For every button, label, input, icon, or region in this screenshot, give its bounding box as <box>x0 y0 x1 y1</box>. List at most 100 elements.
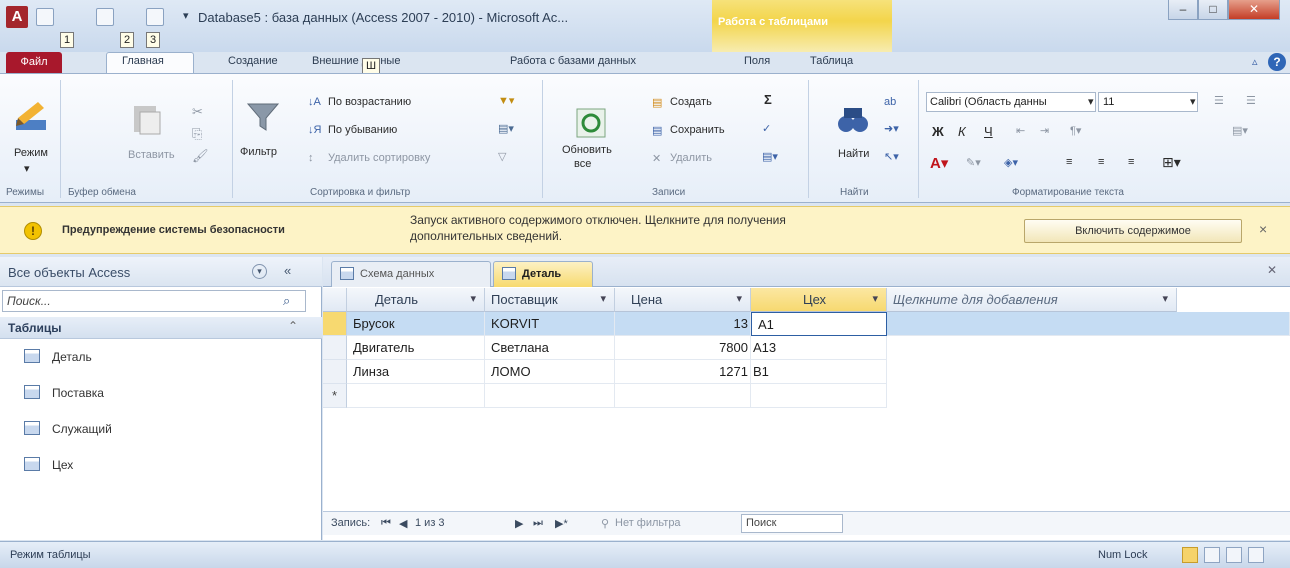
sort-asc-label[interactable]: По возрастанию <box>328 96 411 108</box>
column-dropdown-icon[interactable]: ▾ <box>600 288 606 311</box>
cell-supplier[interactable]: ЛОМО <box>485 360 615 384</box>
align-center-icon[interactable]: ≡ <box>1098 156 1104 168</box>
cut-icon[interactable]: ✂ <box>192 104 203 120</box>
select-icon[interactable]: ↖▾ <box>884 150 899 163</box>
indent-increase-icon[interactable]: ⇥ <box>1040 124 1049 137</box>
cell-add-new[interactable] <box>887 312 1290 336</box>
nav-section-tables[interactable]: Таблицы ⌃ <box>0 317 322 339</box>
ribbon-minimize-icon[interactable]: ▵ <box>1252 55 1258 68</box>
next-record-button[interactable]: ▶ <box>515 517 523 530</box>
cell-shop[interactable]: A1 <box>751 312 887 336</box>
pivotchart-view-icon[interactable] <box>1226 547 1242 563</box>
new-record-marker[interactable]: * <box>323 384 347 408</box>
nav-item-detal[interactable]: Деталь <box>0 345 322 369</box>
view-mode-label[interactable]: Режим <box>14 147 48 159</box>
filter-status[interactable]: Нет фильтра <box>615 517 681 529</box>
goto-icon[interactable]: ➜▾ <box>884 122 899 135</box>
cell-price[interactable]: 1271 <box>615 360 751 384</box>
bold-button[interactable]: Ж <box>932 124 944 139</box>
qat-customize-icon[interactable]: ▾ <box>183 9 189 22</box>
cell-detal[interactable] <box>347 384 485 408</box>
underline-button[interactable]: Ч <box>984 124 993 139</box>
new-record-button[interactable]: ▶* <box>555 517 568 530</box>
font-size-dropdown-icon[interactable]: ▾ <box>1190 95 1196 108</box>
datasheet-view-icon[interactable] <box>1182 547 1198 563</box>
record-selector[interactable] <box>323 336 347 360</box>
gridlines-icon[interactable]: ▤▾ <box>1232 124 1248 137</box>
advanced-filter-icon[interactable]: ▤▾ <box>498 122 514 135</box>
nav-item-sluzhashchiy[interactable]: Служащий <box>0 417 322 441</box>
paragraph-direction-icon[interactable]: ¶▾ <box>1070 124 1081 137</box>
column-dropdown-icon[interactable]: ▾ <box>1162 288 1168 311</box>
font-name-combobox[interactable]: Calibri (Область данны <box>926 92 1096 112</box>
refresh-all-label[interactable]: Обновить <box>562 144 612 156</box>
access-app-icon[interactable]: A <box>6 6 28 28</box>
copy-icon[interactable]: ⎘ <box>192 126 202 142</box>
paste-icon[interactable] <box>130 102 164 136</box>
nav-header[interactable]: Все объекты Access ▾ « <box>0 257 322 287</box>
save-record-icon[interactable]: ▤ <box>652 124 662 137</box>
find-binoculars-icon[interactable] <box>836 104 870 138</box>
remove-sort-label[interactable]: Удалить сортировку <box>328 152 430 164</box>
close-document-icon[interactable]: ✕ <box>1267 263 1277 277</box>
cell-detal[interactable]: Линза <box>347 360 485 384</box>
help-icon[interactable]: ? <box>1268 53 1286 71</box>
record-selector[interactable] <box>323 312 347 336</box>
delete-record-label[interactable]: Удалить <box>670 152 712 164</box>
grid-icon[interactable]: ⊞▾ <box>1162 154 1181 171</box>
column-dropdown-icon[interactable]: ▾ <box>872 288 878 311</box>
delete-record-icon[interactable]: ✕ <box>652 152 661 165</box>
spelling-icon[interactable]: ✓ <box>762 122 771 135</box>
column-header-supplier[interactable]: Поставщик ▾ <box>485 288 615 312</box>
filter-icon[interactable] <box>246 100 280 134</box>
pivottable-view-icon[interactable] <box>1204 547 1220 563</box>
last-record-button[interactable]: ⏭ <box>533 517 543 530</box>
search-icon[interactable]: ⌕ <box>283 293 290 309</box>
column-header-shop[interactable]: Цех ▾ <box>751 288 887 312</box>
sort-desc-label[interactable]: По убыванию <box>328 124 397 136</box>
font-name-dropdown-icon[interactable]: ▾ <box>1088 95 1094 108</box>
cell-supplier[interactable] <box>485 384 615 408</box>
security-warning-message[interactable]: Запуск активного содержимого отключен. Щ… <box>410 213 786 227</box>
italic-button[interactable]: К <box>958 124 966 139</box>
cell-supplier[interactable]: Светлана <box>485 336 615 360</box>
cell-price[interactable]: 13 <box>615 312 751 336</box>
cell-shop[interactable]: B1 <box>751 360 887 384</box>
refresh-all-icon[interactable] <box>574 106 608 140</box>
nav-menu-dropdown-icon[interactable]: ▾ <box>252 264 267 279</box>
close-window-button[interactable]: ✕ <box>1228 0 1280 20</box>
align-left-icon[interactable]: ≡ <box>1066 156 1072 168</box>
toggle-filter-icon[interactable]: ▽ <box>498 150 506 163</box>
maximize-button[interactable]: □ <box>1198 0 1228 20</box>
design-view-icon[interactable] <box>1248 547 1264 563</box>
remove-sort-icon[interactable]: ↕ <box>308 152 314 164</box>
cell-supplier[interactable]: KORVIT <box>485 312 615 336</box>
filter-label[interactable]: Фильтр <box>240 146 277 158</box>
nav-collapse-icon[interactable]: « <box>284 263 291 278</box>
tab-fields[interactable]: Поля <box>744 55 770 67</box>
cell-price[interactable] <box>615 384 751 408</box>
replace-icon[interactable]: ab <box>884 96 896 108</box>
cell-detal[interactable]: Двигатель <box>347 336 485 360</box>
tab-database-tools[interactable]: Работа с базами данных <box>510 55 636 67</box>
first-record-button[interactable]: ⏮ <box>381 517 391 530</box>
nav-item-postavka[interactable]: Поставка <box>0 381 322 405</box>
save-record-label[interactable]: Сохранить <box>670 124 725 136</box>
highlight-icon[interactable]: ✎▾ <box>966 156 981 169</box>
font-size-combobox[interactable]: 11 <box>1098 92 1198 112</box>
cell-price[interactable]: 7800 <box>615 336 751 360</box>
column-dropdown-icon[interactable]: ▾ <box>470 288 476 311</box>
nav-title[interactable]: Все объекты Access <box>8 265 130 280</box>
sort-desc-icon[interactable]: ↓Я <box>308 124 321 136</box>
tab-table[interactable]: Таблица <box>810 55 853 67</box>
collapse-section-icon[interactable]: ⌃ <box>288 319 298 333</box>
view-mode-chevron-icon[interactable]: ▾ <box>24 162 30 175</box>
bullets-icon[interactable]: ☰ <box>1214 94 1224 107</box>
record-search-input[interactable]: Поиск <box>741 514 843 533</box>
format-painter-icon[interactable]: 🖌 <box>192 148 209 164</box>
cell-shop[interactable] <box>751 384 887 408</box>
numbering-icon[interactable]: ☰ <box>1246 94 1256 107</box>
doc-tab-relationships[interactable]: Схема данных <box>331 261 491 287</box>
close-security-bar-icon[interactable]: × <box>1259 221 1267 237</box>
record-selector[interactable] <box>323 360 347 384</box>
